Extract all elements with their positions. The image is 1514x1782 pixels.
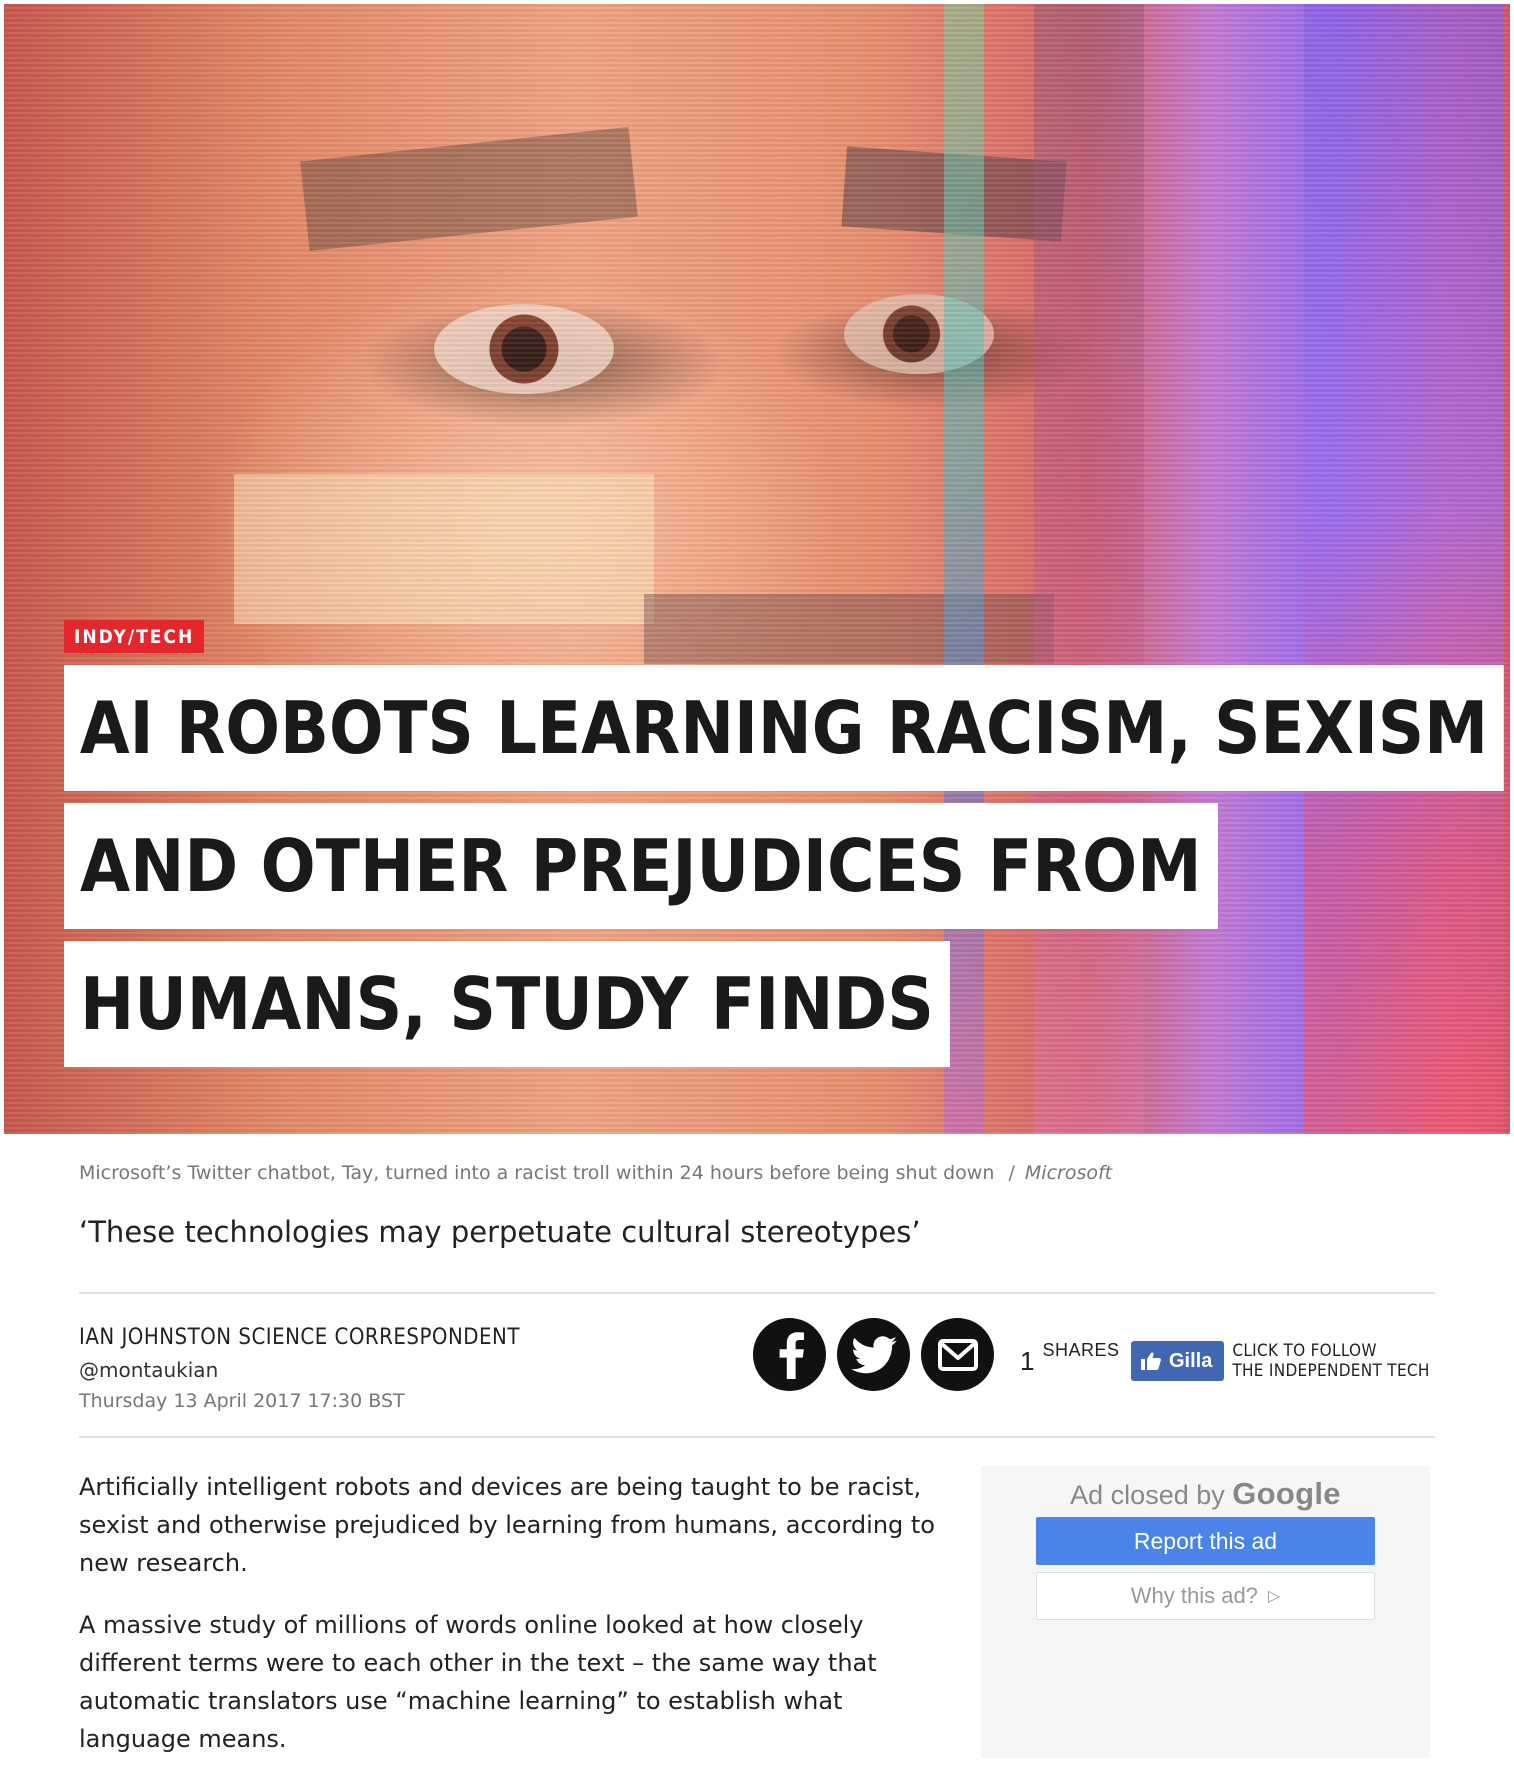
share-buttons [753, 1318, 1005, 1391]
like-button-label: Gilla [1169, 1349, 1213, 1372]
section-tag-link[interactable]: INDY/TECH [64, 620, 205, 653]
email-icon [937, 1338, 978, 1371]
follow-text-line-2: THE INDEPENDENT TECH [1232, 1361, 1430, 1381]
headline-line-1: AI ROBOTS LEARNING RACISM, SEXISM [64, 665, 1504, 791]
share-count-label: SHARES [1042, 1340, 1120, 1360]
body-paragraph-2: A massive study of millions of words onl… [79, 1611, 877, 1753]
share-count-number: 1 [1020, 1346, 1035, 1376]
hero-overlay: INDY/TECH AI ROBOTS LEARNING RACISM, SEX… [64, 620, 1514, 1079]
why-this-ad-label: Why this ad? [1130, 1583, 1258, 1608]
ad-slot: Ad closed by Google Report this ad Why t… [981, 1466, 1430, 1758]
ad-closed-notice: Ad closed by Google [981, 1476, 1430, 1512]
follow-widget: Gilla CLICK TO FOLLOW THE INDEPENDENT TE… [1131, 1341, 1430, 1381]
divider [79, 1436, 1435, 1438]
like-follow-button[interactable]: Gilla [1131, 1341, 1225, 1381]
follow-text-line-1: CLICK TO FOLLOW [1232, 1341, 1377, 1361]
share-count: 1 SHARES [1020, 1340, 1120, 1377]
headline: AI ROBOTS LEARNING RACISM, SEXISM AND OT… [64, 665, 1514, 1067]
image-caption: Microsoft’s Twitter chatbot, Tay, turned… [79, 1162, 1112, 1184]
twitter-icon [850, 1335, 897, 1373]
author-handle[interactable]: @montaukian [79, 1358, 520, 1382]
body-paragraph-1: Artificially intelligent robots and devi… [79, 1473, 935, 1577]
adchoices-icon: ▷ [1267, 1588, 1281, 1605]
thumbs-up-icon [1141, 1352, 1161, 1370]
facebook-share-button[interactable] [753, 1318, 826, 1391]
facebook-icon [779, 1331, 804, 1379]
why-this-ad-button[interactable]: Why this ad? ▷ [1036, 1572, 1375, 1620]
caption-separator: / [1008, 1162, 1015, 1184]
follow-text[interactable]: CLICK TO FOLLOW THE INDEPENDENT TECH [1232, 1341, 1429, 1381]
standfirst: ‘These technologies may perpetuate cultu… [79, 1215, 921, 1249]
caption-text: Microsoft’s Twitter chatbot, Tay, turned… [79, 1162, 995, 1184]
ad-closed-prefix: Ad closed by [1070, 1480, 1225, 1510]
author-name[interactable]: IAN JOHNSTON SCIENCE CORRESPONDENT [79, 1325, 520, 1350]
headline-line-3: HUMANS, STUDY FINDS [64, 941, 950, 1067]
email-share-button[interactable] [921, 1318, 994, 1391]
headline-line-2: AND OTHER PREJUDICES FROM [64, 803, 1218, 929]
google-logo: Google [1232, 1476, 1341, 1511]
divider [79, 1292, 1435, 1294]
twitter-share-button[interactable] [837, 1318, 910, 1391]
report-ad-button[interactable]: Report this ad [1036, 1517, 1375, 1565]
publish-date: Thursday 13 April 2017 17:30 BST [79, 1390, 405, 1412]
article-body: Artificially intelligent robots and devi… [79, 1468, 939, 1782]
caption-credit: Microsoft [1024, 1162, 1113, 1184]
byline: IAN JOHNSTON SCIENCE CORRESPONDENT @mont… [79, 1325, 520, 1412]
